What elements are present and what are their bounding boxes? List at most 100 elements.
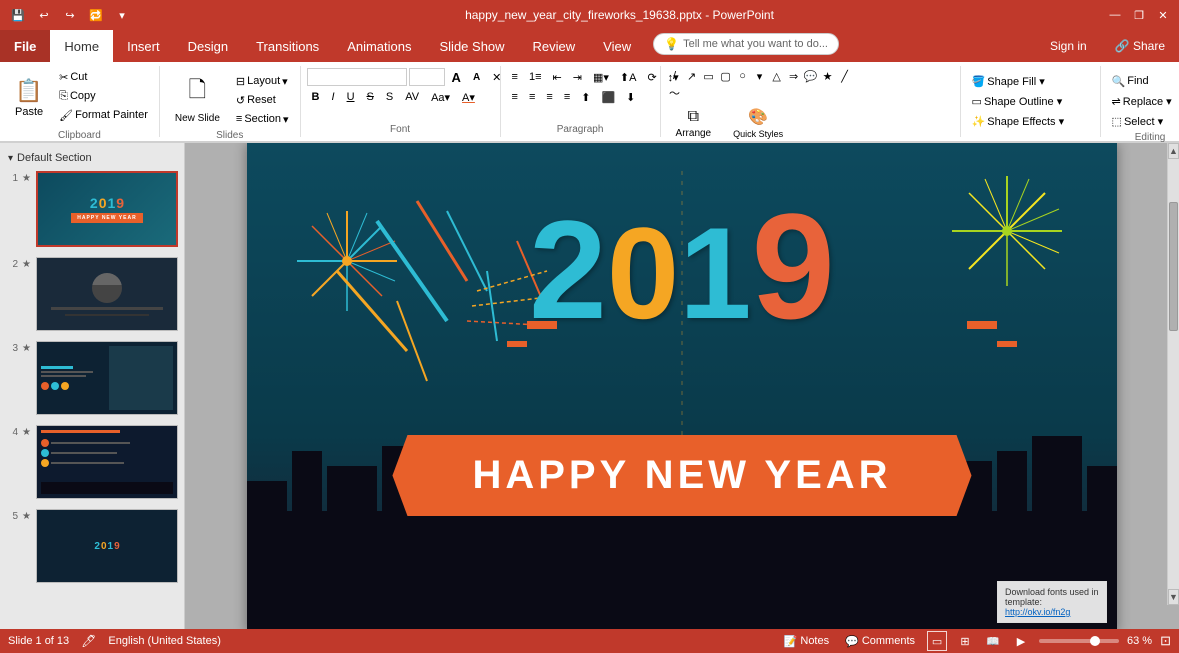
new-slide-button[interactable]: 🗋 New Slide <box>166 68 229 128</box>
section-header[interactable]: ▾ Default Section <box>4 149 180 167</box>
normal-view-button[interactable]: ▭ <box>927 631 947 651</box>
align-bottom-button[interactable]: ⬇ <box>621 88 640 106</box>
text-direction-button[interactable]: ⬆A <box>615 68 642 86</box>
tab-file[interactable]: File <box>0 30 50 62</box>
bullets-button[interactable]: ≡ <box>507 68 523 86</box>
replace-button[interactable]: ⇌ Replace ▾ <box>1107 92 1177 110</box>
cut-button[interactable]: ✂ Cut <box>54 68 153 86</box>
redo-icon[interactable]: ↪ <box>60 5 80 25</box>
align-left-button[interactable]: ≡ <box>507 88 523 106</box>
align-right-button[interactable]: ≡ <box>541 88 557 106</box>
reset-button[interactable]: ↺ Reset <box>231 91 294 109</box>
tab-animations[interactable]: Animations <box>333 30 425 62</box>
canvas-vscrollbar[interactable]: ▲ ▼ <box>1167 143 1179 605</box>
tab-slideshow[interactable]: Slide Show <box>426 30 519 62</box>
slideshow-button[interactable]: ▶ <box>1011 631 1031 651</box>
sign-in-button[interactable]: Sign in <box>1036 30 1101 62</box>
find-button[interactable]: 🔍 Find <box>1107 72 1154 90</box>
shape-more-btn[interactable]: ▾ <box>752 68 768 84</box>
notes-accessibility-icon[interactable]: 🖊 <box>81 634 96 648</box>
layout-button[interactable]: ⊟ Layout ▾ <box>231 72 294 90</box>
strikethrough-button[interactable]: S <box>362 88 379 106</box>
reading-view-button[interactable]: 📖 <box>983 631 1003 651</box>
tab-insert[interactable]: Insert <box>113 30 174 62</box>
callout-shape-btn[interactable]: 💬 <box>803 68 819 84</box>
slide-item-4[interactable]: 4 ★ <box>4 421 180 503</box>
tab-design[interactable]: Design <box>174 30 242 62</box>
italic-button[interactable]: I <box>327 88 340 106</box>
scroll-thumb[interactable] <box>1169 202 1178 331</box>
paste-button[interactable]: 📋 Paste <box>6 68 52 128</box>
ellipse-shape-btn[interactable]: ○ <box>735 68 751 84</box>
decrease-indent-button[interactable]: ⇤ <box>548 68 567 86</box>
triangle-shape-btn[interactable]: △ <box>769 68 785 84</box>
curve-shape-btn[interactable]: 〜 <box>667 85 683 101</box>
minimize-button[interactable]: — <box>1107 7 1123 23</box>
copy-button[interactable]: ⎘ Copy <box>54 87 153 105</box>
customize-qat-icon[interactable]: ▾ <box>112 5 132 25</box>
convert-smartart-button[interactable]: ⟳ <box>642 68 661 86</box>
restore-button[interactable]: ❐ <box>1131 7 1147 23</box>
rtarrow-shape-btn[interactable]: ⇒ <box>786 68 802 84</box>
shadow-button[interactable]: S <box>381 88 398 106</box>
tab-transitions[interactable]: Transitions <box>242 30 333 62</box>
comments-button[interactable]: 💬 Comments <box>841 633 919 650</box>
section-button[interactable]: ≡ Section ▾ <box>231 110 294 128</box>
scroll-down-button[interactable]: ▼ <box>1168 589 1179 605</box>
align-top-button[interactable]: ⬆ <box>576 88 595 106</box>
columns-button[interactable]: ▦▾ <box>588 68 614 86</box>
paste-icon: 📋 <box>15 78 42 104</box>
fit-slide-button[interactable]: ⊡ <box>1160 633 1171 649</box>
increase-font-button[interactable]: A <box>447 68 466 86</box>
tab-view[interactable]: View <box>589 30 645 62</box>
scroll-up-button[interactable]: ▲ <box>1168 143 1179 159</box>
numbering-button[interactable]: 1≡ <box>524 68 547 86</box>
notes-button[interactable]: 📝 Notes <box>780 633 833 650</box>
font-family-input[interactable] <box>307 68 407 86</box>
font-spacing-button[interactable]: AV <box>400 88 424 106</box>
share-button[interactable]: 🔗 Share <box>1101 30 1179 62</box>
slide-item-5[interactable]: 5 ★ 2 0 1 9 <box>4 505 180 587</box>
font-color-button[interactable]: A▾ <box>457 88 480 106</box>
roundrect-shape-btn[interactable]: ▢ <box>718 68 734 84</box>
shape-fill-button[interactable]: 🪣 Shape Fill ▾ <box>967 72 1050 90</box>
slide-sorter-button[interactable]: ⊞ <box>955 631 975 651</box>
shape-effects-button[interactable]: ✨ Shape Effects ▾ <box>967 112 1070 130</box>
slide-item-2[interactable]: 2 ★ <box>4 253 180 335</box>
bold-button[interactable]: B <box>307 88 325 106</box>
cut-icon: ✂ <box>59 71 68 84</box>
tell-me-box[interactable]: 💡 Tell me what you want to do... <box>653 33 839 55</box>
align-justify-button[interactable]: ≡ <box>559 88 575 106</box>
decrease-font-button[interactable]: A <box>468 68 485 86</box>
change-case-button[interactable]: Aa▾ <box>426 88 455 106</box>
status-right: 📝 Notes 💬 Comments ▭ ⊞ 📖 ▶ 63 % ⊡ <box>780 631 1171 651</box>
star-shape-btn[interactable]: ★ <box>820 68 836 84</box>
font-size-input[interactable] <box>409 68 445 86</box>
arrow-shape-btn[interactable]: ↗ <box>684 68 700 84</box>
autosave-icon[interactable]: 🔁 <box>86 5 106 25</box>
shape-outline-button[interactable]: ▭ Shape Outline ▾ <box>967 92 1068 110</box>
quick-styles-icon: 🎨 <box>748 107 768 127</box>
slide-item-3[interactable]: 3 ★ <box>4 337 180 419</box>
tab-home[interactable]: Home <box>50 30 113 62</box>
slide-item-1[interactable]: 1 ★ 2 0 1 9 HAPPY NEW YEAR <box>4 167 180 251</box>
increase-indent-button[interactable]: ⇥ <box>568 68 587 86</box>
quick-styles-button[interactable]: 🎨 Quick Styles <box>724 103 792 143</box>
rect-shape-btn[interactable]: ▭ <box>701 68 717 84</box>
download-link[interactable]: http://okv.io/fn2g <box>1005 607 1099 617</box>
tab-review[interactable]: Review <box>519 30 590 62</box>
align-middle-button[interactable]: ⬛ <box>596 88 620 106</box>
undo-icon[interactable]: ↩ <box>34 5 54 25</box>
save-icon[interactable]: 💾 <box>8 5 28 25</box>
format-painter-button[interactable]: 🖌 Format Painter <box>54 106 153 124</box>
arrange-button[interactable]: ⧉ Arrange <box>667 103 721 143</box>
scroll-track <box>1168 159 1179 589</box>
line2-shape-btn[interactable]: ╱ <box>837 68 853 84</box>
line-shape-btn[interactable]: / <box>667 68 683 84</box>
underline-button[interactable]: U <box>342 88 360 106</box>
language-indicator[interactable]: English (United States) <box>108 635 221 647</box>
close-button[interactable]: ✕ <box>1155 7 1171 23</box>
select-button[interactable]: ⬚ Select ▾ <box>1107 112 1169 130</box>
align-center-button[interactable]: ≡ <box>524 88 540 106</box>
zoom-slider[interactable] <box>1039 639 1119 643</box>
